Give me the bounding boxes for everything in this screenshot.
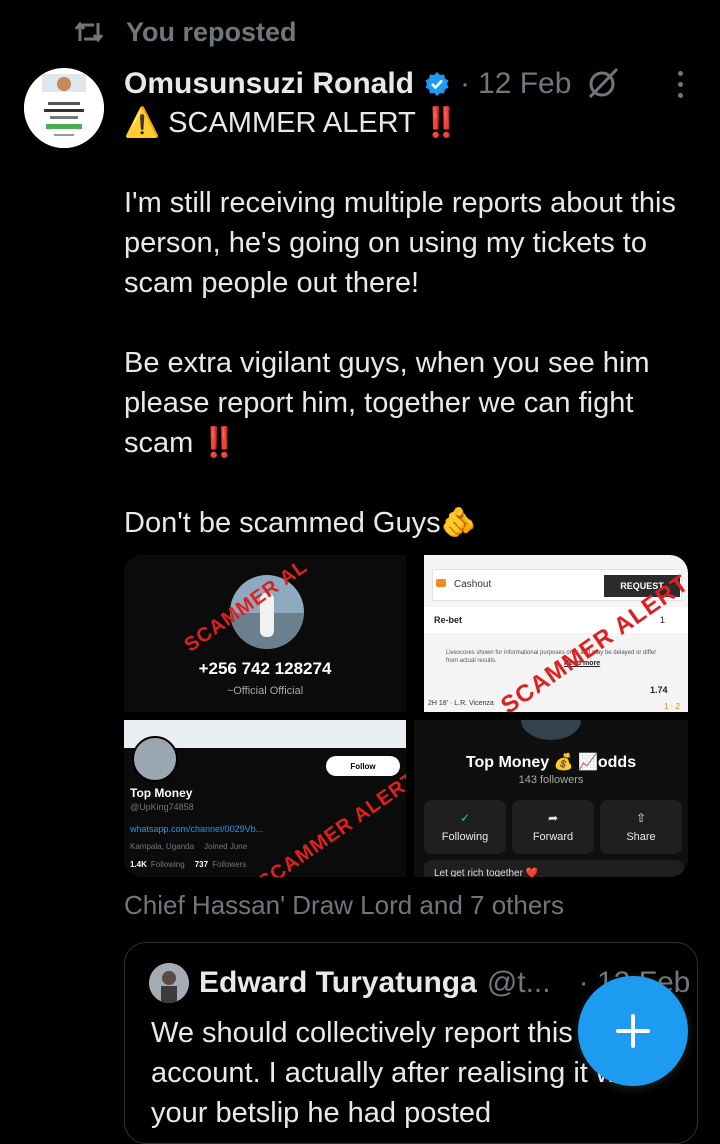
- channel-name: Top Money 💰 📈odds: [465, 754, 637, 771]
- followers-count: 737: [194, 860, 209, 869]
- media-grid[interactable]: +256 742 128274 ~Official Official SCAMM…: [124, 555, 688, 877]
- x-profile-location: Kampala, Uganda: [130, 842, 195, 851]
- channel-following-label: Following: [441, 831, 489, 843]
- repost-indicator: You reposted: [74, 14, 297, 50]
- repost-label: You reposted: [126, 16, 297, 47]
- forward-icon: ➦: [547, 811, 559, 825]
- x-profile-name: Top Money: [130, 786, 193, 800]
- author-name[interactable]: Omusunsuzi Ronald: [124, 67, 414, 101]
- cashout-icon: [436, 579, 446, 587]
- following-count: 1.4K: [130, 860, 147, 869]
- media-tile-channel[interactable]: Top Money 💰 📈odds 143 followers ✓ Follow…: [414, 720, 688, 877]
- check-icon: ✓: [459, 811, 471, 825]
- rebet-label: Re-bet: [434, 615, 463, 625]
- scammer-stamp: SCAMMER ALERT: [254, 768, 406, 877]
- match-line: 2H 18' · L.R. Vicenza: [428, 700, 494, 707]
- channel-share-label: Share: [626, 831, 656, 843]
- followers-label: Followers: [212, 860, 247, 869]
- channel-tagline: Let get rich together ❤️: [434, 868, 539, 877]
- grok-icon[interactable]: [586, 66, 620, 100]
- post-separator: ·: [460, 67, 471, 100]
- channel-share-button[interactable]: ⇧ Share: [600, 800, 682, 854]
- x-profile-joined: Joined June: [204, 842, 248, 851]
- channel-forward-button[interactable]: ➦ Forward: [512, 800, 594, 854]
- post-body: I'm still receiving multiple reports abo…: [124, 187, 676, 539]
- quoted-author-handle: @t...: [486, 966, 551, 999]
- rebet-count: 1: [660, 615, 666, 625]
- quoted-author-avatar: [149, 963, 189, 1003]
- media-tile-x-profile[interactable]: Follow Top Money @UpKing74858 whatsapp.c…: [124, 720, 406, 877]
- compose-button[interactable]: [578, 976, 688, 1086]
- profile-avatar: [132, 736, 178, 782]
- share-icon: ⇧: [635, 811, 647, 825]
- more-options-icon[interactable]: [664, 66, 696, 102]
- channel-forward-label: Forward: [532, 831, 574, 843]
- match-score: 1 · 2: [664, 702, 681, 711]
- profile-subtitle: ~Official Official: [226, 685, 304, 697]
- following-label: Following: [150, 860, 185, 869]
- compose-plus-icon: [616, 1014, 650, 1048]
- post-header: Omusunsuzi Ronald · 12 Feb: [124, 62, 696, 106]
- channel-following-button[interactable]: ✓ Following: [424, 800, 506, 854]
- channel-followers: 143 followers: [518, 774, 584, 786]
- x-profile-link[interactable]: whatsapp.com/channel/0029Vb...: [130, 824, 263, 834]
- channel-avatar: [521, 720, 581, 740]
- media-tile-betslip[interactable]: Cashout REQUEST Re-bet 1 Livescores show…: [424, 555, 688, 712]
- x-profile-handle: @UpKing74858: [130, 802, 194, 812]
- post-date[interactable]: 12 Feb: [478, 67, 571, 101]
- follow-button[interactable]: Follow: [326, 756, 400, 776]
- media-tile-profile[interactable]: +256 742 128274 ~Official Official SCAMM…: [124, 555, 406, 712]
- repost-icon: [74, 21, 104, 43]
- quoted-author-name: Edward Turyatunga: [199, 966, 477, 999]
- author-avatar[interactable]: [24, 68, 104, 148]
- social-context[interactable]: Chief Hassan' Draw Lord and 7 others: [124, 890, 564, 921]
- verified-badge-icon: [425, 72, 449, 96]
- odds-value: 1.74: [650, 685, 668, 695]
- cashout-label: Cashout: [454, 579, 492, 590]
- post-heading: ⚠️ SCAMMER ALERT ‼️: [124, 107, 460, 139]
- profile-phone: +256 742 128274: [198, 659, 332, 678]
